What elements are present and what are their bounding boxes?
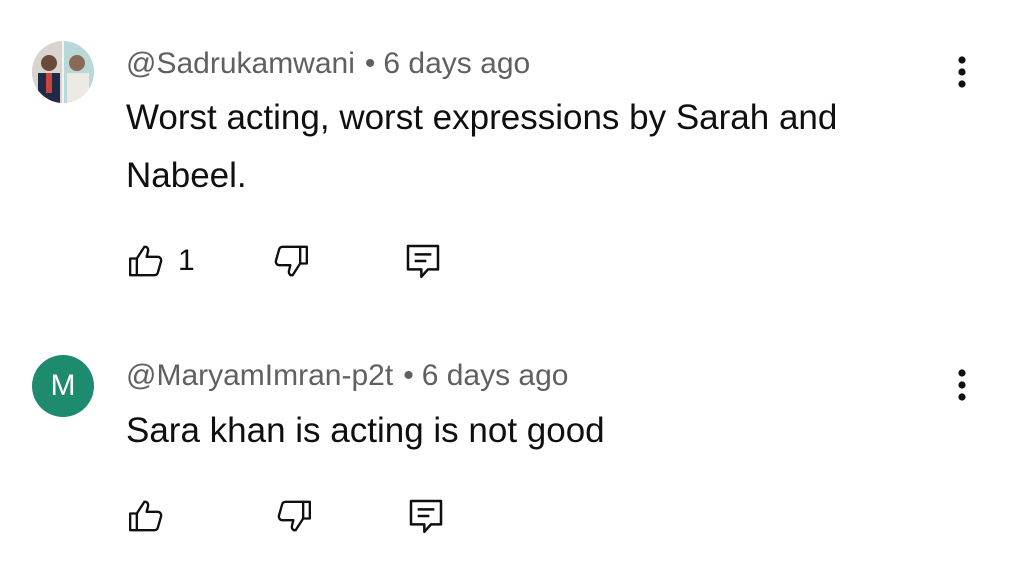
- comment-text: Worst acting, worst expressions by Sarah…: [126, 98, 838, 195]
- meta-separator: •: [364, 47, 376, 80]
- dislike-button[interactable]: [274, 494, 314, 538]
- dislike-button[interactable]: [271, 239, 311, 283]
- more-vert-icon: [958, 369, 966, 401]
- comment-author[interactable]: @MaryamImran-p2t: [126, 359, 393, 392]
- reply-comment-icon: [409, 499, 443, 534]
- comment-menu-button[interactable]: [948, 365, 976, 405]
- thumbs-down-icon: [274, 245, 308, 277]
- meta-separator: •: [403, 359, 414, 392]
- like-button[interactable]: 1: [126, 239, 195, 283]
- comment-actions: 1: [126, 239, 443, 283]
- thumbs-down-icon: [277, 500, 311, 532]
- reply-button[interactable]: [406, 494, 446, 538]
- like-button[interactable]: [126, 494, 166, 538]
- comment-meta: @Sadrukamwani • 6 days ago: [126, 46, 530, 82]
- reply-comment-icon: [406, 244, 439, 279]
- comment-meta: @MaryamImran-p2t • 6 days ago: [126, 358, 568, 394]
- comment-time: 6 days ago: [383, 47, 531, 80]
- reply-button[interactable]: [403, 239, 443, 283]
- avatar-photo-icon: [32, 41, 94, 103]
- thumbs-up-icon: [129, 245, 163, 277]
- thumbs-up-icon: [129, 500, 163, 532]
- comment-text: Sara khan is acting is not good: [126, 411, 605, 450]
- comment-author[interactable]: @Sadrukamwani: [126, 47, 355, 80]
- comment-menu-button[interactable]: [948, 52, 976, 92]
- comment-actions: [126, 494, 446, 538]
- like-count: 1: [178, 244, 195, 277]
- avatar[interactable]: M: [32, 355, 94, 417]
- comment-time: 6 days ago: [421, 359, 569, 392]
- avatar[interactable]: [32, 41, 94, 103]
- more-vert-icon: [958, 56, 966, 88]
